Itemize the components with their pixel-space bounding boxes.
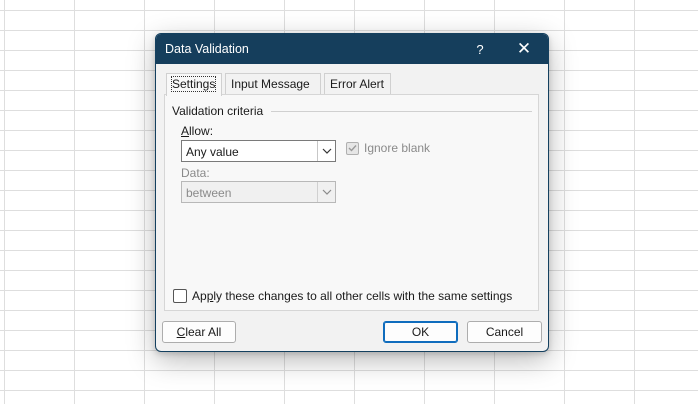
clear-all-label: Clear All <box>176 325 222 339</box>
title-bar[interactable]: Data Validation ? ✕ <box>156 34 548 64</box>
tab-input-message-label: Input Message <box>231 77 310 91</box>
tab-settings-label: Settings <box>170 76 217 92</box>
data-select: between <box>181 181 336 203</box>
tab-input-message[interactable]: Input Message <box>225 73 321 94</box>
help-button[interactable]: ? <box>462 34 498 64</box>
validation-criteria-label: Validation criteria <box>172 104 264 118</box>
settings-panel: Validation criteria Allow: Any value Ign… <box>164 94 539 311</box>
dialog-title: Data Validation <box>165 42 249 56</box>
tab-error-alert[interactable]: Error Alert <box>324 73 391 94</box>
data-validation-dialog: Data Validation ? ✕ Settings Input Messa… <box>155 33 549 352</box>
tab-settings[interactable]: Settings <box>166 73 222 96</box>
tab-error-alert-label: Error Alert <box>330 77 385 91</box>
group-divider <box>271 111 532 112</box>
apply-check-box[interactable] <box>173 289 187 303</box>
chevron-down-icon <box>322 148 331 154</box>
data-select-value: between <box>186 186 232 200</box>
chevron-down-icon <box>322 189 331 195</box>
apply-to-all-checkbox[interactable]: Apply these changes to all other cells w… <box>173 289 512 303</box>
ignore-blank-checkbox[interactable]: Ignore blank <box>346 141 430 155</box>
data-dropdown-button <box>317 182 335 202</box>
ignore-blank-check-box[interactable] <box>346 141 359 155</box>
allow-select[interactable]: Any value <box>181 140 336 162</box>
clear-all-button[interactable]: Clear All <box>162 321 236 343</box>
close-button[interactable]: ✕ <box>506 34 542 64</box>
allow-select-value: Any value <box>186 145 239 159</box>
ignore-blank-label: Ignore blank <box>364 141 431 155</box>
allow-dropdown-button[interactable] <box>317 141 335 161</box>
close-icon: ✕ <box>516 39 532 58</box>
allow-label: Allow: <box>181 124 214 138</box>
cancel-button[interactable]: Cancel <box>467 321 542 343</box>
ok-button[interactable]: OK <box>383 321 458 343</box>
help-icon: ? <box>476 41 484 57</box>
apply-label: Apply these changes to all other cells w… <box>192 289 513 303</box>
check-icon <box>348 145 357 152</box>
data-label: Data: <box>181 166 210 180</box>
